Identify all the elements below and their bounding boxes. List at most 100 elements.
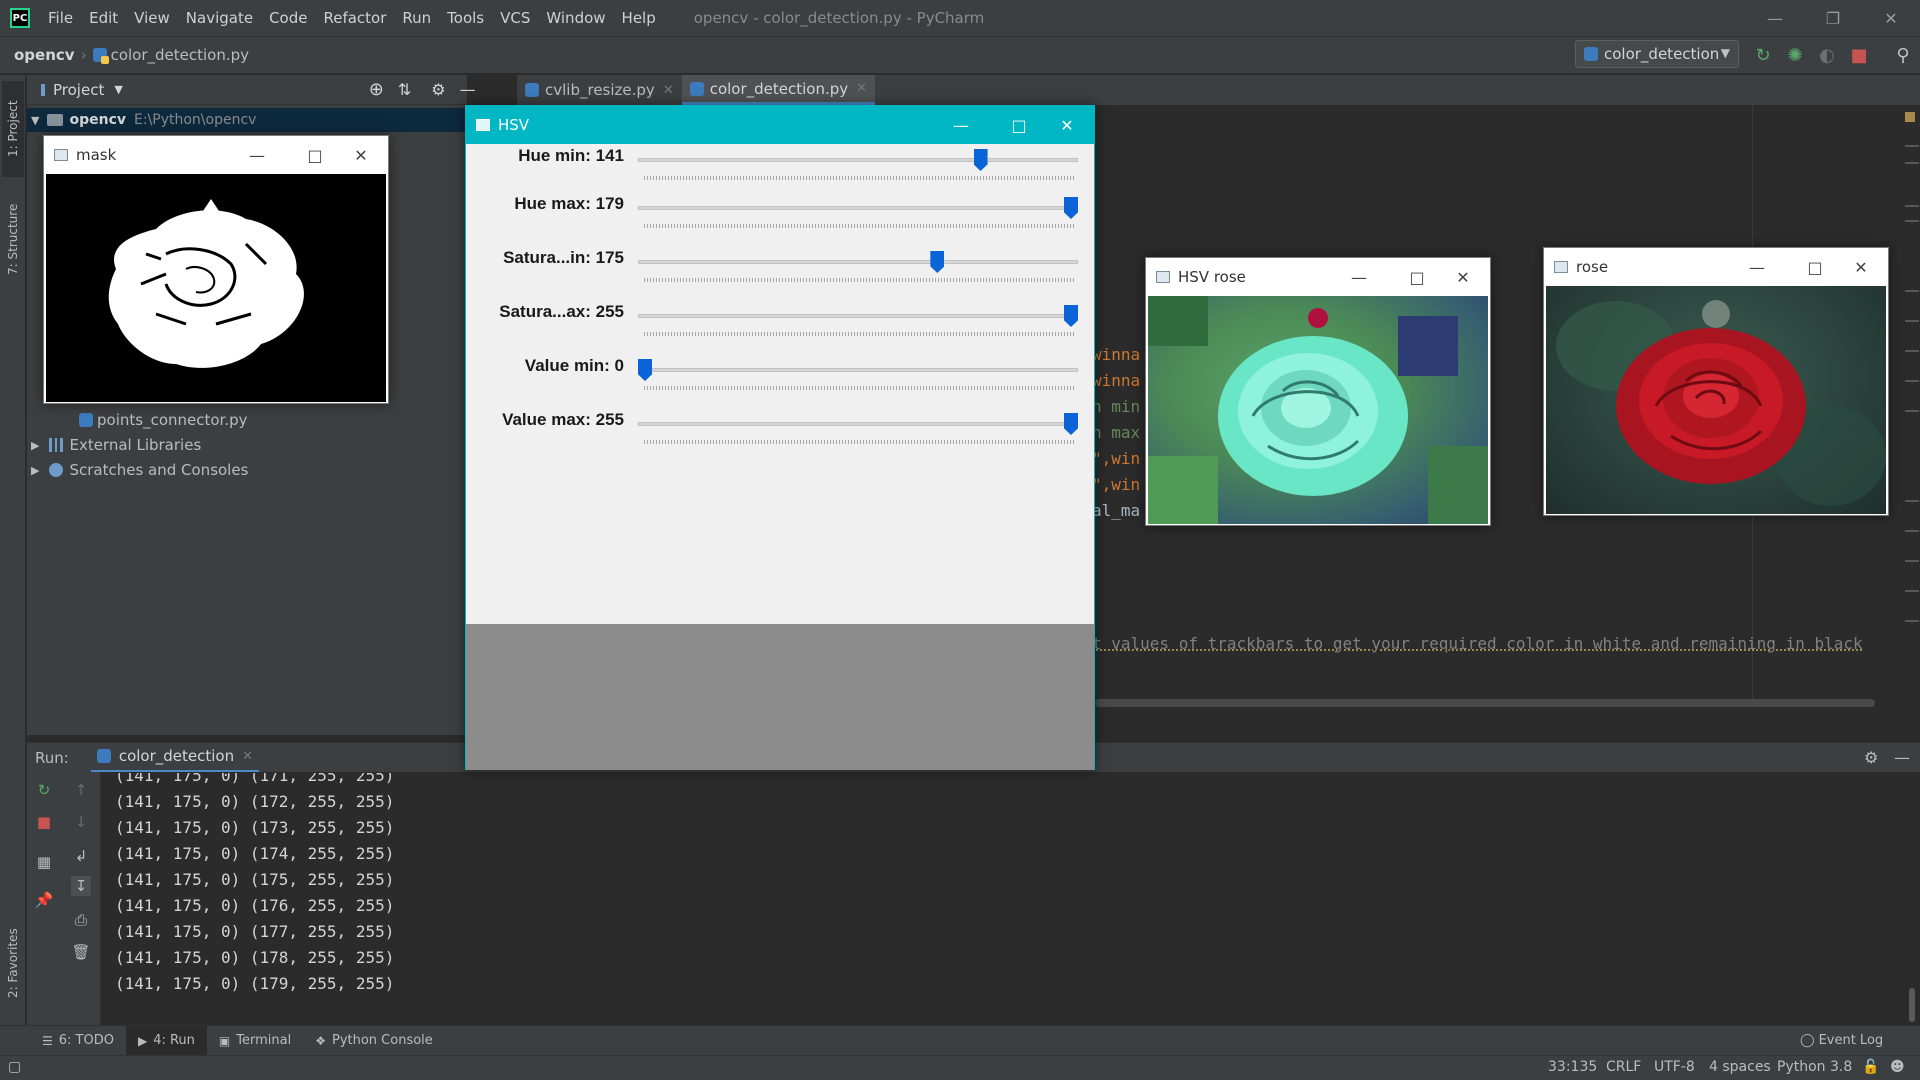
menu-view[interactable]: View <box>126 9 178 27</box>
gear-icon[interactable]: ⚙ <box>431 80 445 99</box>
tab-run[interactable]: ▶ 4: Run <box>125 1025 207 1056</box>
trackbar-thumb[interactable] <box>1064 413 1078 435</box>
menu-navigate[interactable]: Navigate <box>178 9 261 27</box>
editor-horizontal-scrollbar[interactable] <box>1095 699 1875 707</box>
rerun-icon[interactable]: ↻ <box>34 780 54 800</box>
tool-window-toggle-icon[interactable]: ▢ <box>8 1059 21 1075</box>
event-log-button[interactable]: ◯ Event Log <box>1800 1030 1883 1050</box>
locate-icon[interactable]: ⊕ <box>369 79 384 100</box>
console-scrollbar[interactable] <box>1909 988 1915 1022</box>
gutter-marker[interactable] <box>1905 220 1919 222</box>
trackbar-track[interactable] <box>638 314 1078 318</box>
window-titlebar[interactable]: HSV rose — □ ✕ <box>1146 258 1490 296</box>
chevron-down-icon[interactable]: ▼ <box>114 83 122 96</box>
menu-edit[interactable]: Edit <box>81 9 126 27</box>
status-position[interactable]: 33:135 <box>1548 1059 1597 1075</box>
coverage-icon[interactable]: ◐ <box>1816 44 1838 66</box>
status-line-separator[interactable]: CRLF <box>1606 1059 1641 1075</box>
status-indent[interactable]: 4 spaces <box>1709 1059 1771 1075</box>
gutter-marker[interactable] <box>1905 590 1919 592</box>
tab-project[interactable]: 1: Project <box>2 81 24 177</box>
gutter-marker[interactable] <box>1905 350 1919 352</box>
tab-color-detection[interactable]: color_detection.py ✕ <box>681 75 876 105</box>
minimize-icon[interactable]: — <box>932 106 990 144</box>
trackbar-track[interactable] <box>638 260 1078 264</box>
menu-vcs[interactable]: VCS <box>492 9 538 27</box>
trackbar-thumb[interactable] <box>638 359 652 381</box>
close-tab-icon[interactable]: ✕ <box>242 749 253 764</box>
trackbar-thumb[interactable] <box>973 149 988 171</box>
stop-icon[interactable]: ■ <box>1848 44 1870 66</box>
close-icon[interactable]: ✕ <box>1862 0 1920 36</box>
hide-panel-icon[interactable]: — <box>460 80 476 99</box>
trackbar-track[interactable] <box>638 368 1078 372</box>
gutter-marker[interactable] <box>1905 560 1919 562</box>
trackbar-track[interactable] <box>638 158 1078 162</box>
menu-file[interactable]: File <box>40 9 81 27</box>
trackbar-track[interactable] <box>638 206 1078 210</box>
trackbar-track[interactable] <box>638 422 1078 426</box>
minimize-icon[interactable]: — <box>1746 0 1804 36</box>
debug-icon[interactable]: ✺ <box>1784 44 1806 66</box>
project-panel-title[interactable]: Project <box>53 81 104 99</box>
menu-refactor[interactable]: Refactor <box>315 9 394 27</box>
tab-structure[interactable]: 7: Structure <box>2 187 24 291</box>
restore-icon[interactable]: ❐ <box>1804 0 1862 36</box>
gear-icon[interactable]: ⚙ <box>1864 748 1878 767</box>
gutter-marker[interactable] <box>1905 205 1919 207</box>
close-icon[interactable]: ✕ <box>1038 106 1096 144</box>
close-icon[interactable]: ✕ <box>1832 248 1890 286</box>
rerun-icon[interactable]: ↻ <box>1752 44 1774 66</box>
gutter-marker[interactable] <box>1905 145 1919 147</box>
trackbar-thumb[interactable] <box>1064 197 1078 219</box>
run-tab-color-detection[interactable]: color_detection ✕ <box>90 743 260 773</box>
inspection-icon[interactable] <box>1905 112 1915 122</box>
close-tab-icon[interactable]: ✕ <box>856 81 867 96</box>
arrow-down-icon[interactable]: ↓ <box>71 812 91 832</box>
menu-window[interactable]: Window <box>538 9 613 27</box>
trash-icon[interactable]: 🗑 <box>71 942 91 962</box>
breadcrumb-file[interactable]: color_detection.py <box>111 46 249 64</box>
status-encoding[interactable]: UTF-8 <box>1654 1059 1695 1075</box>
breadcrumb-project[interactable]: opencv <box>14 46 75 64</box>
collapse-all-icon[interactable]: ⇅ <box>398 80 411 99</box>
window-titlebar[interactable]: mask — □ ✕ <box>44 136 388 174</box>
tree-item-points-connector[interactable]: points_connector.py <box>27 408 248 432</box>
minimize-icon[interactable]: — <box>228 136 286 174</box>
tree-item-external-libraries[interactable]: ▶ External Libraries <box>27 433 201 457</box>
minimize-icon[interactable]: — <box>1330 258 1388 296</box>
status-interpreter[interactable]: Python 3.8 <box>1777 1059 1852 1075</box>
close-icon[interactable]: ✕ <box>332 136 390 174</box>
menu-code[interactable]: Code <box>261 9 315 27</box>
menu-help[interactable]: Help <box>614 9 664 27</box>
close-tab-icon[interactable]: ✕ <box>663 83 674 98</box>
search-icon[interactable]: ⚲ <box>1892 44 1914 66</box>
tab-terminal[interactable]: ▣ Terminal <box>207 1026 303 1056</box>
gutter-marker[interactable] <box>1905 410 1919 412</box>
tab-todo[interactable]: ☰ 6: TODO <box>30 1026 126 1056</box>
menu-tools[interactable]: Tools <box>439 9 492 27</box>
gutter-marker[interactable] <box>1905 380 1919 382</box>
trackbar-thumb[interactable] <box>930 251 945 273</box>
lock-icon[interactable]: 🔓 <box>1862 1059 1879 1075</box>
tab-favorites[interactable]: 2: Favorites <box>2 915 24 1011</box>
gutter-marker[interactable] <box>1905 500 1919 502</box>
gutter-marker[interactable] <box>1905 162 1919 164</box>
gutter-marker[interactable] <box>1905 320 1919 322</box>
window-titlebar[interactable]: rose — □ ✕ <box>1544 248 1888 286</box>
minimize-icon[interactable]: — <box>1728 248 1786 286</box>
tree-root-opencv[interactable]: ▼ opencv E:\Python\opencv <box>27 108 467 132</box>
inspector-icon[interactable]: ☻ <box>1890 1059 1905 1075</box>
pin-icon[interactable]: 📌 <box>34 890 54 910</box>
close-icon[interactable]: ✕ <box>1434 258 1492 296</box>
gutter-marker[interactable] <box>1905 290 1919 292</box>
run-configuration-select[interactable]: color_detection ▼ <box>1575 40 1739 68</box>
window-titlebar[interactable]: HSV — □ ✕ <box>466 106 1094 144</box>
print-icon[interactable]: ⎙ <box>71 910 91 930</box>
tab-python-console[interactable]: ❖ Python Console <box>303 1026 445 1056</box>
trackbar-thumb[interactable] <box>1064 305 1078 327</box>
layout-icon[interactable]: ▦ <box>34 852 54 872</box>
soft-wrap-icon[interactable]: ↲ <box>71 846 91 866</box>
gutter-marker[interactable] <box>1905 620 1919 622</box>
gutter-marker[interactable] <box>1905 530 1919 532</box>
